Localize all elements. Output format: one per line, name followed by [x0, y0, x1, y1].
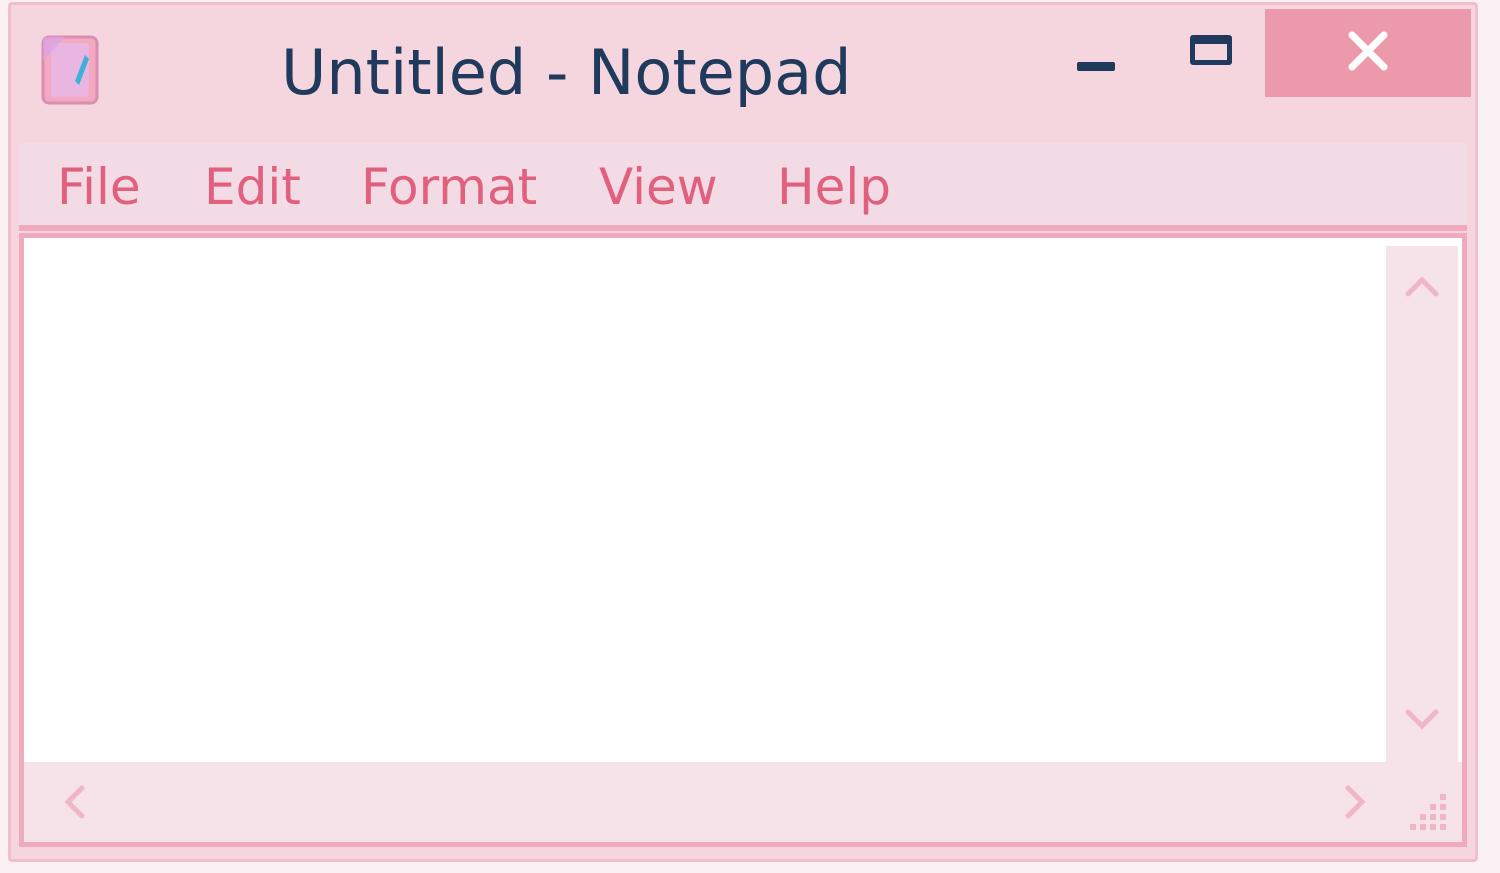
menu-bar: File Edit Format View Help [19, 143, 1467, 231]
editor-frame [19, 233, 1467, 847]
minimize-icon [1077, 61, 1115, 71]
close-icon [1346, 29, 1390, 78]
horizontal-scrollbar[interactable] [24, 762, 1386, 842]
notepad-icon[interactable] [35, 31, 105, 109]
scroll-left-arrow-icon[interactable] [44, 770, 104, 834]
resize-corner[interactable] [1382, 762, 1462, 842]
minimize-button[interactable] [1036, 9, 1156, 97]
close-button[interactable] [1265, 9, 1471, 97]
menu-format[interactable]: Format [361, 155, 537, 219]
notepad-window: Untitled - Notepad File Edit Format View… [8, 2, 1478, 862]
vertical-scrollbar[interactable] [1386, 246, 1458, 762]
title-bar[interactable]: Untitled - Notepad [11, 5, 1475, 135]
maximize-icon [1190, 35, 1232, 65]
resize-grip-icon[interactable] [1404, 786, 1450, 832]
scroll-right-arrow-icon[interactable] [1326, 770, 1386, 834]
maximize-button[interactable] [1156, 9, 1266, 97]
window-title: Untitled - Notepad [281, 36, 852, 109]
menu-help[interactable]: Help [777, 155, 891, 219]
menu-edit[interactable]: Edit [204, 155, 301, 219]
scroll-up-arrow-icon[interactable] [1386, 256, 1458, 316]
menu-view[interactable]: View [599, 155, 718, 219]
text-editing-area[interactable] [24, 238, 1384, 762]
scroll-down-arrow-icon[interactable] [1386, 690, 1458, 750]
menu-file[interactable]: File [57, 155, 141, 219]
